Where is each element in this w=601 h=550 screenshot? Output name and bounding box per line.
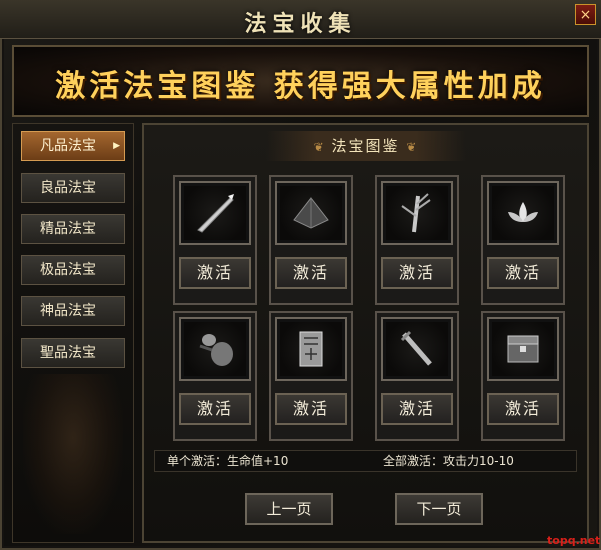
bamboo-icon [401,193,431,233]
category-label: 极品法宝 [40,262,96,278]
window-title: 法宝收集 [244,11,357,37]
bonus-info-bar: 单个激活：生命值+10 全部激活：攻击力10-10 [154,450,577,472]
category-tab-shenpin[interactable]: 神品法宝 [21,296,125,326]
spear-icon [197,194,234,233]
category-tab-jingpin[interactable]: 精品法宝 [21,214,125,244]
activate-button[interactable]: 激活 [275,257,347,289]
prev-page-button[interactable]: 上一页 [245,493,333,525]
treasure-slot[interactable] [381,317,453,381]
window-frame: 法宝收集 × 激活法宝图鉴 获得强大属性加成 凡品法宝 ▶ 良品法宝 精品法宝 … [0,0,601,550]
treasure-card: 激活 [269,175,353,305]
treasure-card: 激活 [481,311,565,441]
treasure-panel: ❦ 法宝图鉴 ❦ 激活 激活 激活 激活 激活 激活 激活 激活 单个激活：生命… [142,123,589,543]
single-bonus-text: 单个激活：生命值+10 [167,454,289,468]
ornament-left-icon: ❦ [313,140,332,154]
sword-icon [400,330,432,366]
category-tab-shengpin[interactable]: 聖品法宝 [21,338,125,368]
treasure-slot[interactable] [275,181,347,245]
activate-button[interactable]: 激活 [487,393,559,425]
category-label: 聖品法宝 [40,345,96,361]
dragon-decoration [23,374,123,534]
treasure-slot[interactable] [179,181,251,245]
treasure-card: 激活 [173,311,257,441]
category-tab-liangpin[interactable]: 良品法宝 [21,173,125,203]
activate-button[interactable]: 激活 [381,257,453,289]
category-tab-jipin[interactable]: 极品法宝 [21,255,125,285]
activate-button[interactable]: 激活 [487,257,559,289]
treasure-slot[interactable] [179,317,251,381]
category-tab-fanpin[interactable]: 凡品法宝 ▶ [21,131,125,161]
treasure-card: 激活 [375,311,459,441]
watermark-text: topq.net [547,534,601,547]
title-bar: 法宝收集 × [0,0,601,39]
activate-button[interactable]: 激活 [275,393,347,425]
treasure-slot[interactable] [487,317,559,381]
treasure-slot[interactable] [275,317,347,381]
ornament-right-icon: ❦ [406,140,419,154]
panel-title-text: 法宝图鉴 [331,137,400,155]
gourd-icon [199,334,233,366]
banner-text: 激活法宝图鉴 获得强大属性加成 [55,69,546,104]
chest-icon [507,335,539,363]
close-button[interactable]: × [575,4,596,25]
treasure-card: 激活 [269,311,353,441]
treasure-card: 激活 [375,175,459,305]
category-sidebar: 凡品法宝 ▶ 良品法宝 精品法宝 极品法宝 神品法宝 聖品法宝 [12,123,134,543]
activate-button[interactable]: 激活 [179,257,251,289]
next-page-button[interactable]: 下一页 [395,493,483,525]
treasure-slot[interactable] [487,181,559,245]
category-label: 神品法宝 [40,303,96,319]
banner: 激活法宝图鉴 获得强大属性加成 [12,45,589,117]
category-label: 良品法宝 [40,180,96,196]
full-bonus-text: 全部激活：攻击力10-10 [383,454,514,468]
treasure-slot[interactable] [381,181,453,245]
lotus-icon [508,202,538,222]
talisman-icon [299,331,323,367]
activate-button[interactable]: 激活 [179,393,251,425]
treasure-card: 激活 [173,175,257,305]
activate-button[interactable]: 激活 [381,393,453,425]
panel-title: ❦ 法宝图鉴 ❦ [266,131,466,161]
category-label: 精品法宝 [40,221,96,237]
category-label: 凡品法宝 [40,138,96,154]
triangle-right-icon: ▶ [113,141,120,151]
pyramid-icon [293,197,329,229]
treasure-card: 激活 [481,175,565,305]
